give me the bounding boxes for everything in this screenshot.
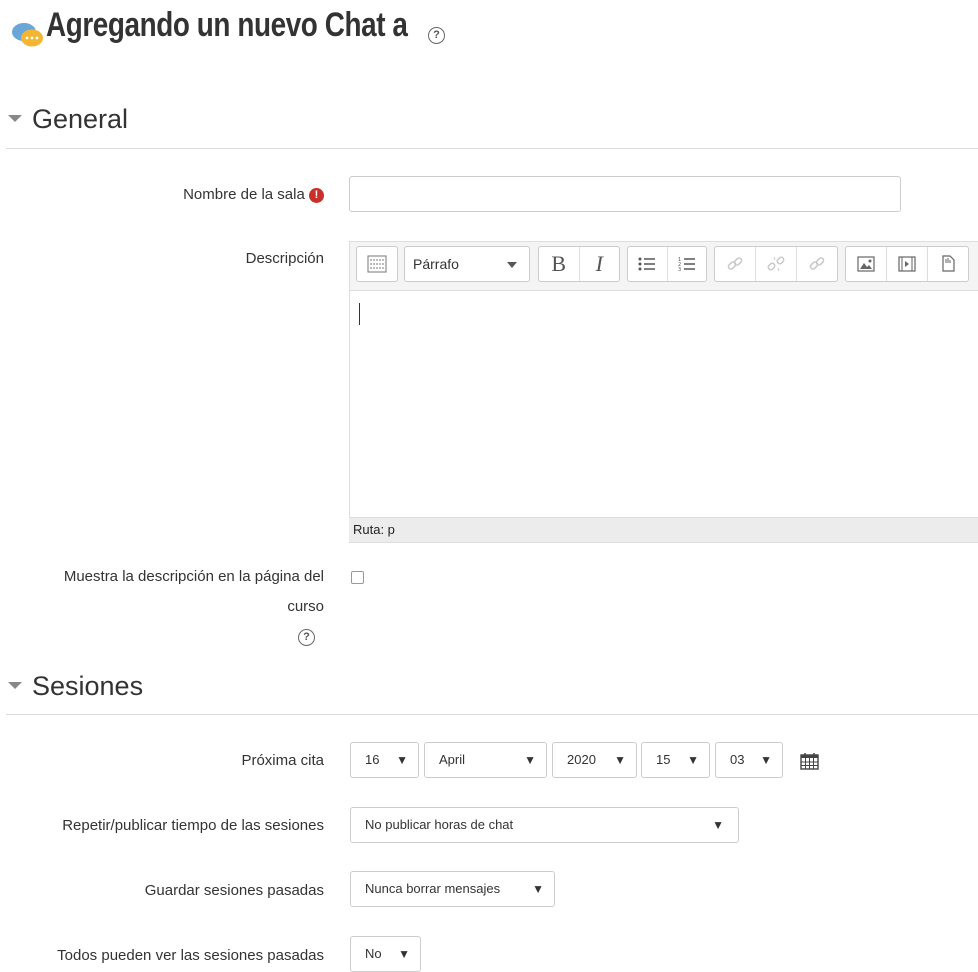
nombre-label: Nombre de la sala ! <box>183 181 324 209</box>
day-select[interactable]: 16 ▼ <box>350 742 419 778</box>
dropdown-arrow-icon: ▼ <box>614 753 626 767</box>
help-icon[interactable]: ? <box>298 629 315 646</box>
divider <box>6 148 978 149</box>
day-select-value: 16 <box>365 752 380 767</box>
editor-toolbar: Párrafo B I 1 2 3 <box>349 241 978 291</box>
show-description-checkbox[interactable] <box>351 571 364 584</box>
unlink-icon <box>767 256 785 272</box>
link-icon <box>727 257 743 270</box>
unordered-list-icon <box>638 257 656 271</box>
editor-path-bar: Ruta: p <box>349 517 978 543</box>
hour-select-value: 15 <box>656 752 671 767</box>
year-select-value: 2020 <box>567 752 596 767</box>
text-cursor <box>359 303 360 325</box>
description-editor[interactable] <box>349 291 978 517</box>
bold-icon: B <box>551 251 567 276</box>
month-select[interactable]: April ▼ <box>424 742 547 778</box>
section-general-label: General <box>32 104 129 134</box>
show-description-label-line2: curso <box>287 598 324 615</box>
minute-select[interactable]: 03 ▼ <box>715 742 783 778</box>
nombre-label-text: Nombre de la sala <box>183 186 305 203</box>
repetir-label: Repetir/publicar tiempo de las sesiones <box>62 817 324 834</box>
page-title: Agregando un nuevo Chat a <box>46 6 408 44</box>
dropdown-arrow-icon: ▼ <box>396 753 408 767</box>
dropdown-arrow-icon: ▼ <box>687 753 699 767</box>
caret-down-icon <box>507 262 517 268</box>
insert-media-button[interactable] <box>887 247 928 281</box>
minute-select-value: 03 <box>730 752 745 767</box>
link-group <box>714 246 838 282</box>
svg-text:3: 3 <box>678 267 681 272</box>
month-select-value: April <box>439 752 466 767</box>
show-description-label: Muestra la descripción en la página del … <box>64 562 324 622</box>
image-icon <box>857 256 875 272</box>
italic-icon: I <box>595 251 603 276</box>
section-sesiones[interactable]: Sesiones <box>8 671 143 702</box>
hour-select[interactable]: 15 ▼ <box>641 742 710 778</box>
unlink-button[interactable] <box>756 247 797 281</box>
dropdown-arrow-icon: ▼ <box>524 753 536 767</box>
collapse-triangle-icon <box>8 682 22 690</box>
toolbar-toggle-icon <box>367 255 387 273</box>
help-icon[interactable]: ? <box>428 27 445 44</box>
proxima-cita-label: Próxima cita <box>241 752 324 769</box>
ordered-list-icon: 1 2 3 <box>678 257 695 272</box>
chat-bubbles-icon <box>12 23 43 47</box>
todos-select[interactable]: No ▼ <box>350 936 421 972</box>
manage-files-button[interactable] <box>928 247 968 281</box>
link-icon <box>809 257 825 270</box>
format-select[interactable]: Párrafo <box>404 246 530 282</box>
descripcion-label: Descripción <box>245 250 324 267</box>
todos-label: Todos pueden ver las sesiones pasadas <box>57 947 324 964</box>
guardar-label: Guardar sesiones pasadas <box>144 882 324 899</box>
text-style-group: B I <box>538 246 620 282</box>
link-button[interactable] <box>715 247 756 281</box>
year-select[interactable]: 2020 ▼ <box>552 742 637 778</box>
nombre-input[interactable] <box>349 176 901 212</box>
toolbar-toggle-group <box>356 246 398 282</box>
show-description-label-line1: Muestra la descripción en la página del <box>63 568 324 585</box>
anchor-link-button[interactable] <box>797 247 837 281</box>
dropdown-arrow-icon: ▼ <box>398 947 410 961</box>
guardar-select[interactable]: Nunca borrar mensajes ▼ <box>350 871 555 907</box>
toolbar-toggle-button[interactable] <box>357 247 397 281</box>
dropdown-arrow-icon: ▼ <box>760 753 772 767</box>
insert-image-button[interactable] <box>846 247 887 281</box>
repetir-select-value: No publicar horas de chat <box>365 817 514 832</box>
dropdown-arrow-icon: ▼ <box>712 818 724 832</box>
format-select-value: Párrafo <box>413 256 459 272</box>
guardar-select-value: Nunca borrar mensajes <box>365 881 501 896</box>
bold-button[interactable]: B <box>539 247 580 281</box>
dropdown-arrow-icon: ▼ <box>532 882 544 896</box>
ordered-list-button[interactable]: 1 2 3 <box>668 247 707 281</box>
repetir-select[interactable]: No publicar horas de chat ▼ <box>350 807 739 843</box>
italic-button[interactable]: I <box>580 247 620 281</box>
calendar-icon[interactable] <box>800 752 819 770</box>
todos-select-value: No <box>365 946 382 961</box>
unordered-list-button[interactable] <box>628 247 668 281</box>
list-group: 1 2 3 <box>627 246 707 282</box>
media-group <box>845 246 969 282</box>
video-icon <box>898 256 916 272</box>
divider <box>6 714 978 715</box>
section-sesiones-label: Sesiones <box>32 671 144 701</box>
files-icon <box>942 255 955 272</box>
collapse-triangle-icon <box>8 115 22 123</box>
section-general[interactable]: General <box>8 104 128 135</box>
required-icon: ! <box>309 188 324 203</box>
